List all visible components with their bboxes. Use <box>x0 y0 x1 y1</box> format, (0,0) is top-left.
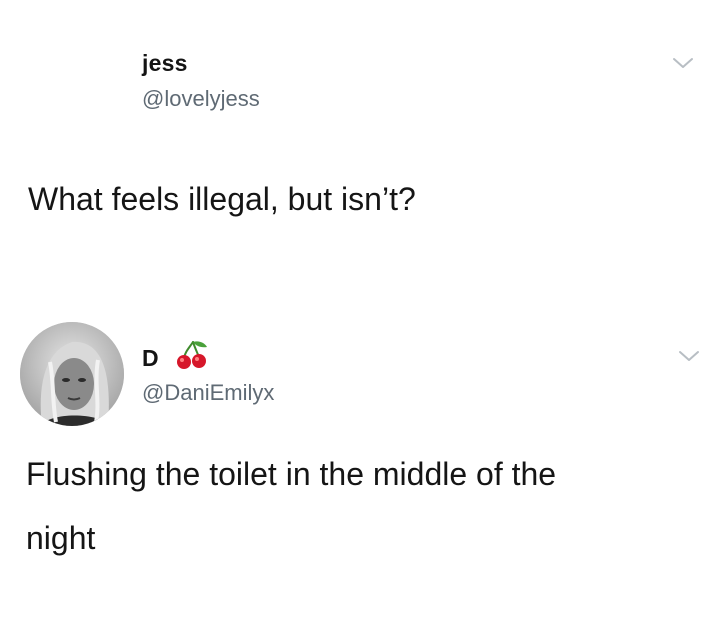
reply-author-name-row: D <box>142 341 209 376</box>
original-tweet: jess @lovelyjess What feels illegal, but… <box>0 0 716 300</box>
tweet-author-handle[interactable]: @lovelyjess <box>142 86 260 112</box>
avatar[interactable] <box>20 322 124 426</box>
tweet-author-name[interactable]: jess <box>142 50 188 77</box>
chevron-down-icon[interactable] <box>677 348 701 364</box>
reply-author-handle[interactable]: @DaniEmilyx <box>142 380 274 406</box>
tweet-text: What feels illegal, but isn’t? <box>28 181 416 217</box>
reply-author-name[interactable]: D <box>142 345 159 371</box>
reply-tweet: D @DaniEmilyx Flushing the toilet in the… <box>0 300 716 644</box>
chevron-down-icon[interactable] <box>671 55 695 71</box>
reply-text-line-2: night <box>26 520 96 556</box>
reply-text-line-1: Flushing the toilet in the middle of the <box>26 456 557 492</box>
cherry-icon <box>175 340 209 376</box>
